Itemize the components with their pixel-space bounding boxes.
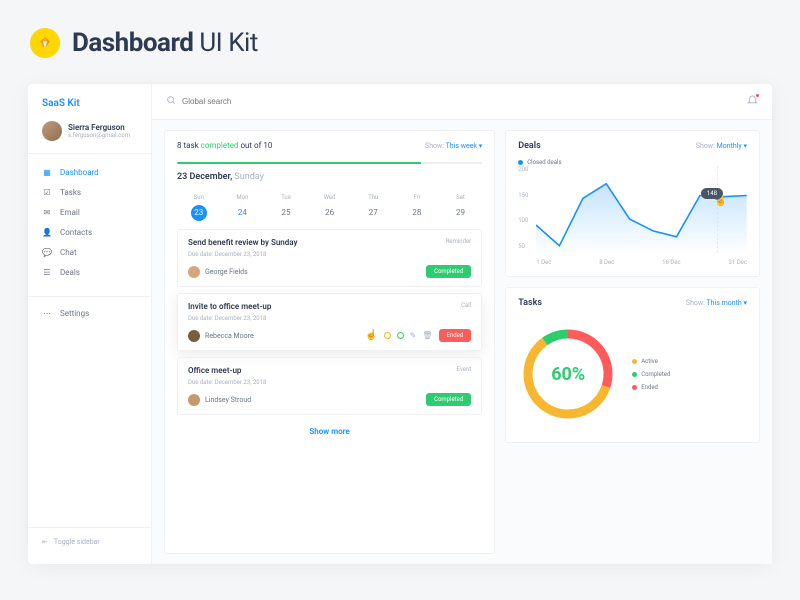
sidebar-item-label: Settings — [60, 309, 89, 318]
user-email: s.ferguson@gmail.com — [68, 132, 130, 139]
notification-dot — [755, 93, 760, 98]
deals-chart: 20015010050 148 ☝ 1 Dec8 Dec16 Dec31 Dec — [518, 166, 747, 266]
search-icon — [166, 95, 176, 108]
task-due: Due date: December 23, 2018 — [188, 251, 471, 258]
edit-icon[interactable]: ✎ — [410, 331, 417, 340]
check-icon: ☑ — [42, 187, 52, 197]
sidebar-item-chat[interactable]: 💬 Chat — [28, 242, 151, 262]
deals-filter[interactable]: Show: Monthly ▾ — [696, 142, 747, 150]
grid-icon: ▦ — [42, 167, 52, 177]
page-title: Dashboard UI Kit — [72, 28, 258, 58]
sidebar-item-label: Deals — [60, 268, 80, 277]
brand-logo: SaaS Kit — [28, 98, 151, 121]
progress-bar — [177, 162, 482, 164]
deals-card: Deals Show: Monthly ▾ Closed deals 20015… — [505, 130, 760, 277]
sidebar-item-settings[interactable]: ⋯ Settings — [28, 303, 151, 323]
sidebar-item-deals[interactable]: ☰ Deals — [28, 262, 151, 282]
sidebar-item-label: Email — [60, 208, 80, 217]
deals-legend: Closed deals — [518, 159, 747, 166]
donut-legend: Active Completed Ended — [632, 358, 670, 391]
topbar — [152, 84, 772, 120]
show-more-button[interactable]: Show more — [177, 423, 482, 440]
task-item[interactable]: Invite to office meet-up Call Due date: D… — [177, 293, 482, 351]
status-badge: Completed — [426, 265, 471, 278]
legend-item: Active — [632, 358, 670, 365]
task-item[interactable]: Office meet-up Event Due date: December 2… — [177, 357, 482, 415]
sidebar-item-label: Dashboard — [60, 168, 99, 177]
calendar-day[interactable]: Sun23 — [177, 194, 221, 221]
calendar-day[interactable]: Sat29 — [439, 194, 483, 221]
donut-chart: 60% — [518, 324, 618, 424]
tasks-donut-filter[interactable]: Show: This month ▾ — [686, 299, 747, 307]
dots-icon: ⋯ — [42, 308, 52, 318]
task-tag: Call — [461, 302, 471, 309]
progress-text: 8 task completed out of 10 — [177, 141, 272, 150]
cursor-icon: ☝ — [715, 196, 727, 207]
deals-title: Deals — [518, 141, 541, 151]
sidebar-item-label: Contacts — [60, 228, 92, 237]
sidebar-item-email[interactable]: ✉ Email — [28, 202, 151, 222]
main: 8 task completed out of 10 Show: This we… — [152, 84, 772, 564]
stack-icon: ☰ — [42, 267, 52, 277]
avatar — [188, 394, 200, 406]
user-name: Sierra Ferguson — [68, 123, 130, 132]
user-block[interactable]: Sierra Ferguson s.ferguson@gmail.com — [28, 121, 151, 153]
calendar-day[interactable]: Wed26 — [308, 194, 352, 221]
avatar — [188, 266, 200, 278]
user-icon: 👤 — [42, 227, 52, 237]
task-due: Due date: December 23, 2018 — [188, 379, 471, 386]
tasks-filter[interactable]: Show: This week ▾ — [425, 142, 482, 150]
notifications-button[interactable] — [747, 95, 758, 109]
task-item[interactable]: Send benefit review by Sunday Reminder Du… — [177, 229, 482, 287]
sidebar-item-dashboard[interactable]: ▦ Dashboard — [28, 162, 151, 182]
legend-item: Completed — [632, 371, 670, 378]
task-due: Due date: December 23, 2018 — [188, 315, 471, 322]
task-title: Send benefit review by Sunday — [188, 238, 297, 247]
avatar — [188, 330, 200, 342]
chat-icon: 💬 — [42, 247, 52, 257]
status-badge: Completed — [426, 393, 471, 406]
cursor-icon: ☝ — [365, 330, 377, 341]
tasks-donut-title: Tasks — [518, 298, 542, 308]
action-complete-icon[interactable] — [397, 332, 404, 339]
sidebar-item-contacts[interactable]: 👤 Contacts — [28, 222, 151, 242]
mail-icon: ✉ — [42, 207, 52, 217]
toggle-sidebar-button[interactable]: ⇤ Toggle sidebar — [28, 527, 151, 556]
week-calendar: Sun23Mon24Tue25Wed26Thu27Fri28Sat29 — [177, 194, 482, 221]
toggle-icon: ⇤ — [42, 538, 48, 546]
task-assignee: Lindsey Stroud — [188, 394, 251, 406]
calendar-day[interactable]: Fri28 — [395, 194, 439, 221]
action-pending-icon[interactable] — [384, 332, 391, 339]
sidebar-item-label: Chat — [60, 248, 77, 257]
task-title: Office meet-up — [188, 366, 241, 375]
task-title: Invite to office meet-up — [188, 302, 271, 311]
task-tag: Reminder — [446, 238, 472, 245]
sidebar: SaaS Kit Sierra Ferguson s.ferguson@gmai… — [28, 84, 152, 564]
status-badge: Ended — [439, 329, 472, 342]
task-assignee: Rebecca Moore — [188, 330, 254, 342]
nav: ▦ Dashboard ☑ Tasks ✉ Email 👤 Contacts 💬 Chat ☰ Dea… — [28, 153, 151, 290]
task-assignee: George Fields — [188, 266, 248, 278]
search-input[interactable] — [182, 97, 292, 106]
sidebar-item-tasks[interactable]: ☑ Tasks — [28, 182, 151, 202]
donut-center-value: 60% — [518, 324, 618, 424]
tasks-card: 8 task completed out of 10 Show: This we… — [164, 130, 495, 554]
sidebar-item-label: Tasks — [60, 188, 81, 197]
calendar-day[interactable]: Tue25 — [264, 194, 308, 221]
delete-icon[interactable]: 🗑 — [422, 331, 432, 340]
calendar-day[interactable]: Mon24 — [221, 194, 265, 221]
sketch-icon — [30, 28, 60, 58]
avatar — [42, 121, 62, 141]
app-window: SaaS Kit Sierra Ferguson s.ferguson@gmai… — [28, 84, 772, 564]
task-tag: Event — [457, 366, 472, 373]
date-heading: 23 December, Sunday — [177, 172, 482, 182]
calendar-day[interactable]: Thu27 — [351, 194, 395, 221]
legend-item: Ended — [632, 384, 670, 391]
tasks-donut-card: Tasks Show: This month ▾ 60% — [505, 287, 760, 443]
